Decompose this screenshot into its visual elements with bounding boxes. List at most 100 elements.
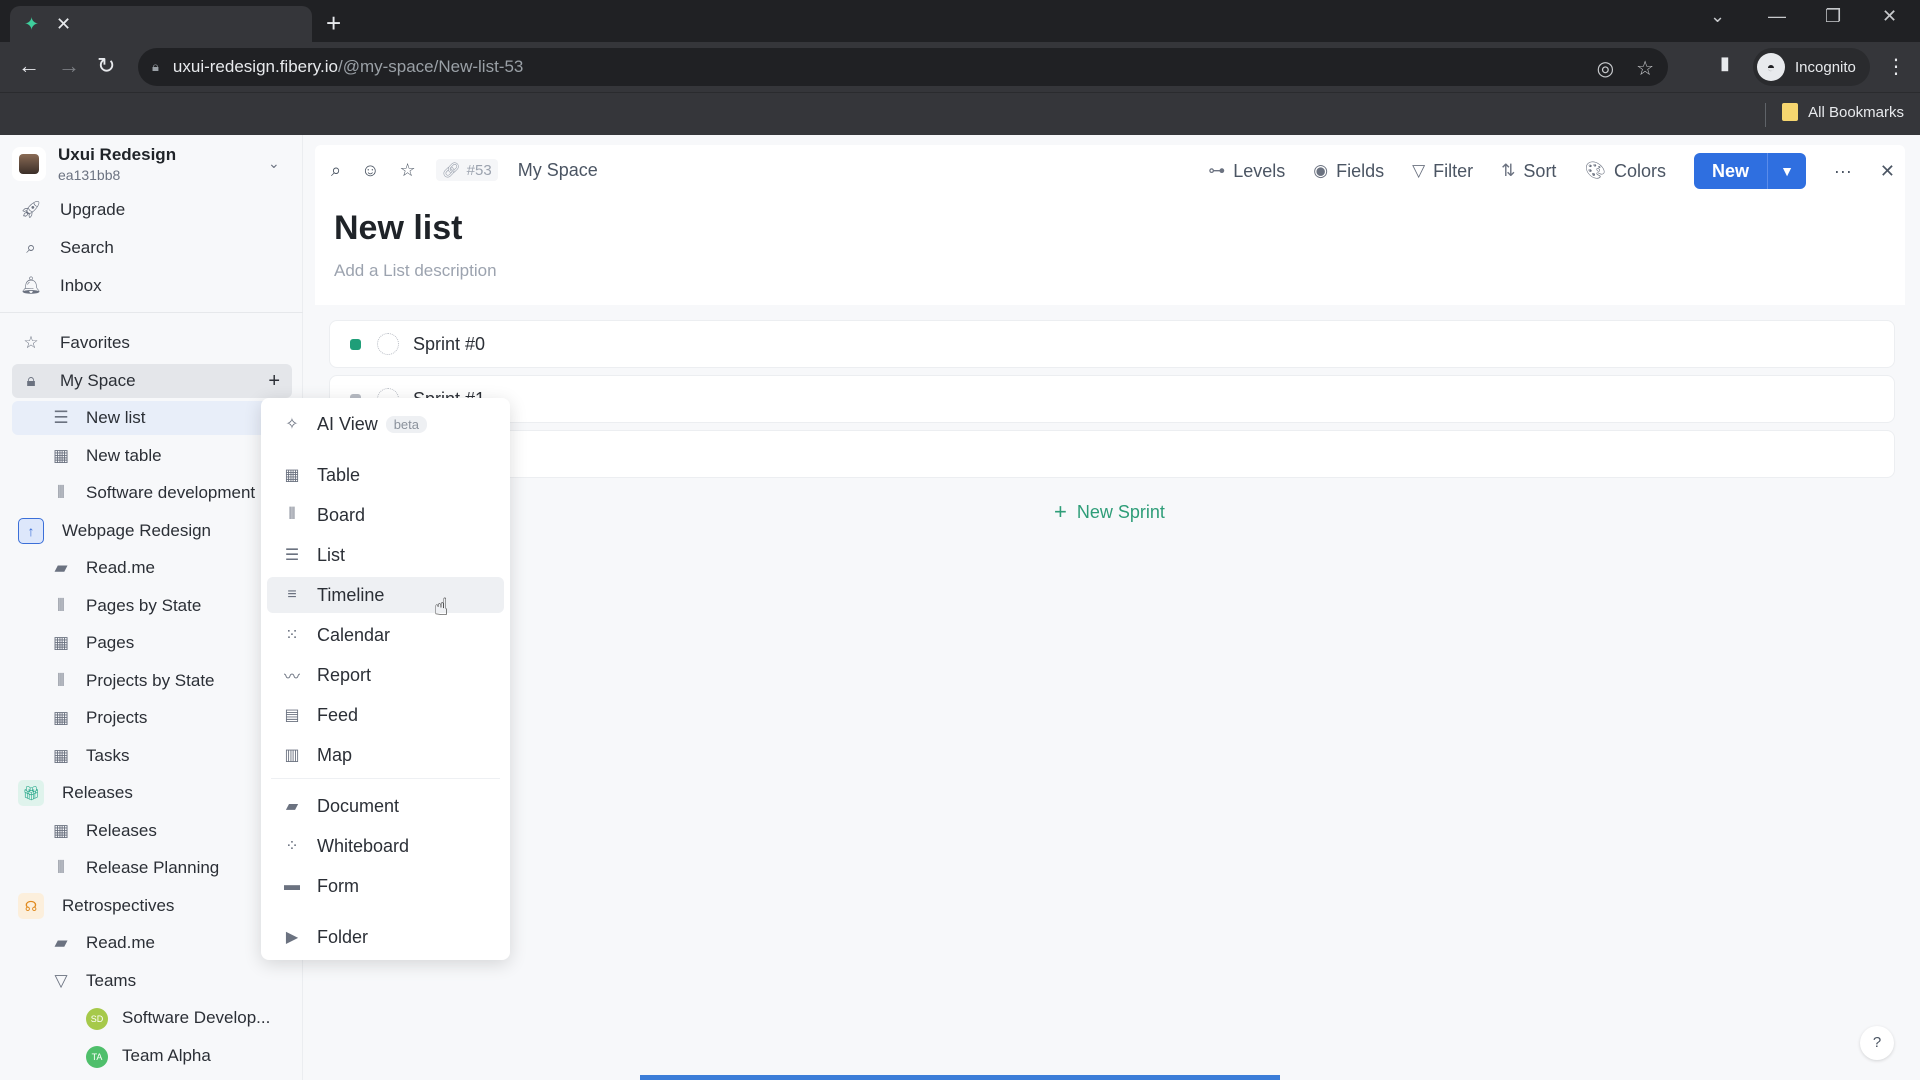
help-button[interactable]: ? (1860, 1026, 1894, 1060)
sidebar-item-pages[interactable]: ▦ Pages (12, 626, 292, 660)
browser-tab[interactable]: ✦ New list | Fibery ✕ (10, 6, 312, 108)
tab-search-icon[interactable]: ⌄ (1710, 6, 1725, 27)
bookmark-star-icon[interactable]: ☆ (1636, 56, 1654, 81)
new-sprint-button[interactable]: + New Sprint (1054, 499, 1165, 525)
list-row-sprint-0[interactable]: Sprint #0 (329, 320, 1895, 368)
table-icon: ▦ (284, 467, 300, 484)
sidebar-item-software-development[interactable]: ⦀ Software development (12, 476, 292, 510)
sidebar-item-projects-by-state[interactable]: ⦀ Projects by State (12, 664, 292, 698)
sidebar-item-pages-by-state[interactable]: ⦀ Pages by State (12, 589, 292, 623)
report-icon: 〰 (283, 669, 300, 686)
menu-item-table[interactable]: ▦ Table (267, 457, 504, 493)
menu-item-calendar[interactable]: ⁙ Calendar (267, 617, 504, 653)
menu-item-label: Map (317, 744, 353, 765)
maximize-icon[interactable]: ❐ (1825, 6, 1841, 27)
sidebar-item-label: Favorites (60, 333, 130, 352)
team-avatar: TA (86, 1045, 108, 1068)
breadcrumb[interactable]: My Space (518, 160, 598, 181)
sidebar-item-tasks[interactable]: ▦ Tasks (12, 739, 292, 773)
sidebar-item-search[interactable]: ⌕ Search (12, 231, 292, 265)
more-options-icon[interactable]: ··· (1834, 161, 1852, 182)
list-row-sprint-1[interactable]: Sprint #1 (329, 375, 1895, 423)
new-button[interactable]: New (1694, 153, 1769, 189)
add-icon[interactable]: + (268, 370, 280, 393)
menu-item-timeline[interactable]: ≡ Timeline (267, 577, 504, 613)
menu-item-label: Report (317, 664, 372, 685)
triangle-down-icon[interactable]: ▽ (50, 971, 72, 991)
url-input[interactable]: 🔒︎ uxui-redesign.fibery.io/@my-space/New… (138, 48, 1668, 86)
emoji-icon[interactable]: ☺ (361, 160, 379, 181)
sidebar-item-retro-readme[interactable]: ▰ Read.me (12, 926, 292, 960)
sidebar-item-upgrade[interactable]: 🚀︎ Upgrade (12, 193, 292, 227)
description-input[interactable]: Add a List description (334, 261, 497, 281)
list-row-empty[interactable] (329, 430, 1895, 478)
menu-item-document[interactable]: ▰ Document (267, 788, 504, 824)
menu-item-whiteboard[interactable]: ⁘ Whiteboard (267, 828, 504, 864)
menu-item-ai-view[interactable]: ✧ AI View beta (267, 406, 504, 442)
sidebar-item-projects[interactable]: ▦ Projects (12, 701, 292, 735)
new-dropdown-chevron-icon[interactable]: ▼ (1768, 153, 1806, 189)
search-icon[interactable]: ⌕ (331, 160, 341, 181)
browser-menu-icon[interactable]: ⋮ (1886, 54, 1906, 79)
sidebar-item-label: Releases (62, 783, 133, 802)
side-panel-icon[interactable]: ▮ (1720, 53, 1730, 74)
tracking-off-icon[interactable]: ◎ (1597, 56, 1614, 81)
sidebar-item-release-planning[interactable]: ⦀ Release Planning (12, 851, 292, 885)
sidebar-item-teams[interactable]: ▽ Teams (12, 964, 292, 998)
bell-icon: 🔔︎ (20, 276, 42, 295)
menu-item-report[interactable]: 〰 Report (267, 657, 504, 693)
sort-button[interactable]: ⇅ Sort (1501, 161, 1556, 182)
close-tab-icon[interactable]: ✕ (56, 14, 71, 35)
board-icon: ⦀ (57, 858, 65, 877)
board-icon: ⦀ (288, 506, 296, 523)
fields-button[interactable]: ◉ Fields (1313, 161, 1384, 182)
entity-id-chip[interactable]: 🔗︎ #53 (435, 159, 498, 181)
menu-item-folder[interactable]: ▶ Folder (267, 919, 504, 955)
sidebar-item-team-alpha[interactable]: TA Team Alpha (12, 1039, 292, 1073)
workspace-switcher[interactable]: Uxui Redesign ea131bb8 (12, 145, 176, 183)
close-window-icon[interactable]: ✕ (1882, 6, 1897, 27)
sidebar-item-webpage-redesign[interactable]: ↑ Webpage Redesign (12, 514, 292, 548)
sidebar-item-new-table[interactable]: ▦ New table (12, 439, 292, 473)
address-bar-row: ← → ↻ 🔒︎ uxui-redesign.fibery.io/@my-spa… (0, 42, 1920, 92)
page-title[interactable]: New list (334, 209, 462, 248)
menu-item-map[interactable]: ▥ Map (267, 737, 504, 773)
sidebar-item-label: New table (86, 446, 162, 465)
back-icon[interactable]: ← (18, 53, 40, 79)
timeline-icon: ≡ (287, 586, 297, 603)
link-icon: 🔗︎ (441, 162, 461, 179)
team-avatar: SD (86, 1007, 108, 1030)
sidebar-item-software-develop[interactable]: SD Software Develop... (12, 1001, 292, 1035)
menu-item-board[interactable]: ⦀ Board (267, 497, 504, 533)
profile-button[interactable]: ◓ Incognito (1753, 48, 1870, 86)
menu-item-list[interactable]: ☰ List (267, 537, 504, 573)
sidebar-item-retrospectives[interactable]: ☊ Retrospectives (12, 889, 292, 923)
all-bookmarks-button[interactable]: All Bookmarks (1782, 103, 1904, 121)
filter-button[interactable]: ▽ Filter (1412, 161, 1473, 182)
minimize-icon[interactable]: — (1768, 6, 1786, 27)
document-icon: ▰ (54, 933, 68, 952)
star-icon[interactable]: ☆ (399, 160, 415, 181)
sidebar-item-label: Pages (86, 633, 135, 652)
filter-label: Filter (1433, 160, 1474, 181)
all-bookmarks-label: All Bookmarks (1808, 103, 1904, 121)
status-circle-icon[interactable] (377, 333, 399, 355)
sidebar-item-readme[interactable]: ▰ Read.me (12, 551, 292, 585)
forward-icon[interactable]: → (58, 53, 80, 79)
sidebar-item-label: Inbox (60, 276, 102, 295)
reload-icon[interactable]: ↻ (97, 53, 115, 79)
sidebar-item-releases-space[interactable]: 🎁︎ Releases (12, 776, 292, 810)
sidebar-item-new-list[interactable]: ☰ New list (12, 401, 292, 435)
sidebar-item-inbox[interactable]: 🔔︎ Inbox (12, 269, 292, 303)
menu-item-feed[interactable]: ▤ Feed (267, 697, 504, 733)
chevron-down-icon[interactable]: ⌄ (268, 155, 280, 172)
sidebar-item-favorites[interactable]: ☆ Favorites (12, 326, 292, 360)
colors-button[interactable]: 🎨︎ Colors (1584, 161, 1666, 182)
sidebar-item-releases[interactable]: ▦ Releases (12, 814, 292, 848)
new-tab-button[interactable]: + (326, 8, 341, 39)
levels-button[interactable]: ⊶ Levels (1208, 161, 1285, 182)
close-panel-icon[interactable]: ✕ (1880, 161, 1895, 182)
rocket-icon: 🚀︎ (20, 200, 42, 219)
sidebar-item-my-space[interactable]: 🔒︎ My Space + (12, 364, 292, 398)
menu-item-form[interactable]: ▬ Form (267, 868, 504, 904)
